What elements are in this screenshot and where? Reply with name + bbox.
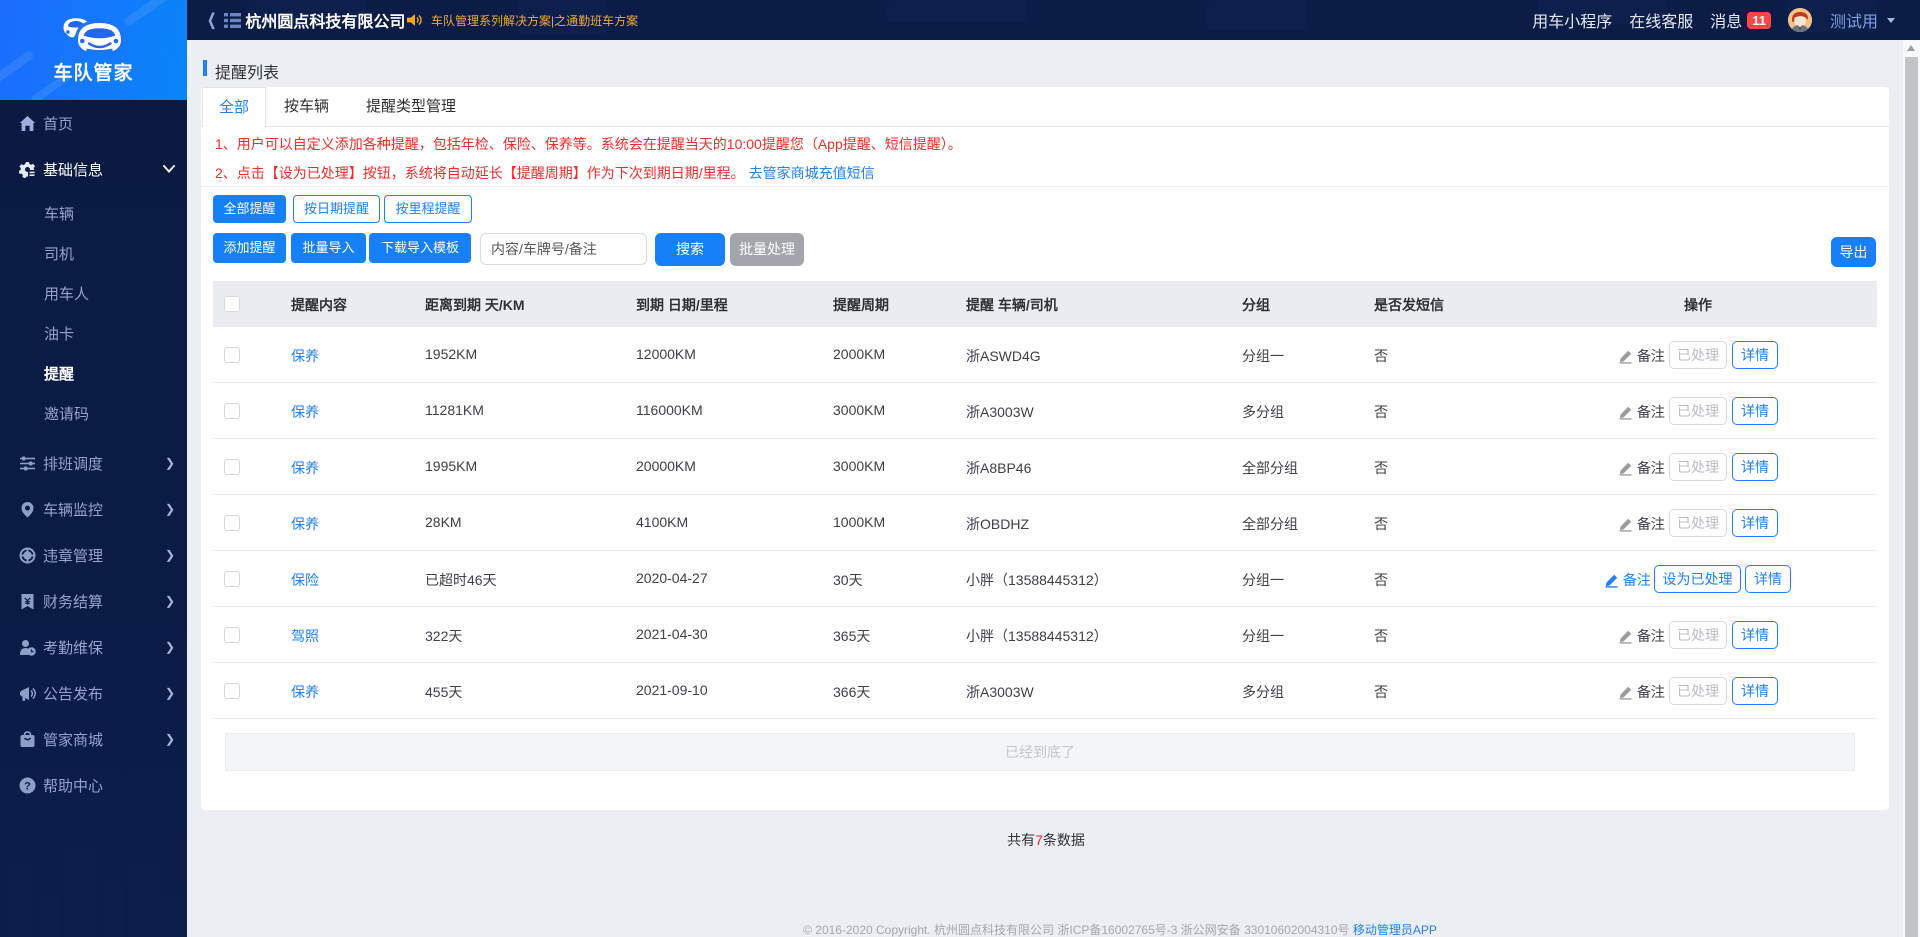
- svg-text:?: ?: [24, 780, 31, 792]
